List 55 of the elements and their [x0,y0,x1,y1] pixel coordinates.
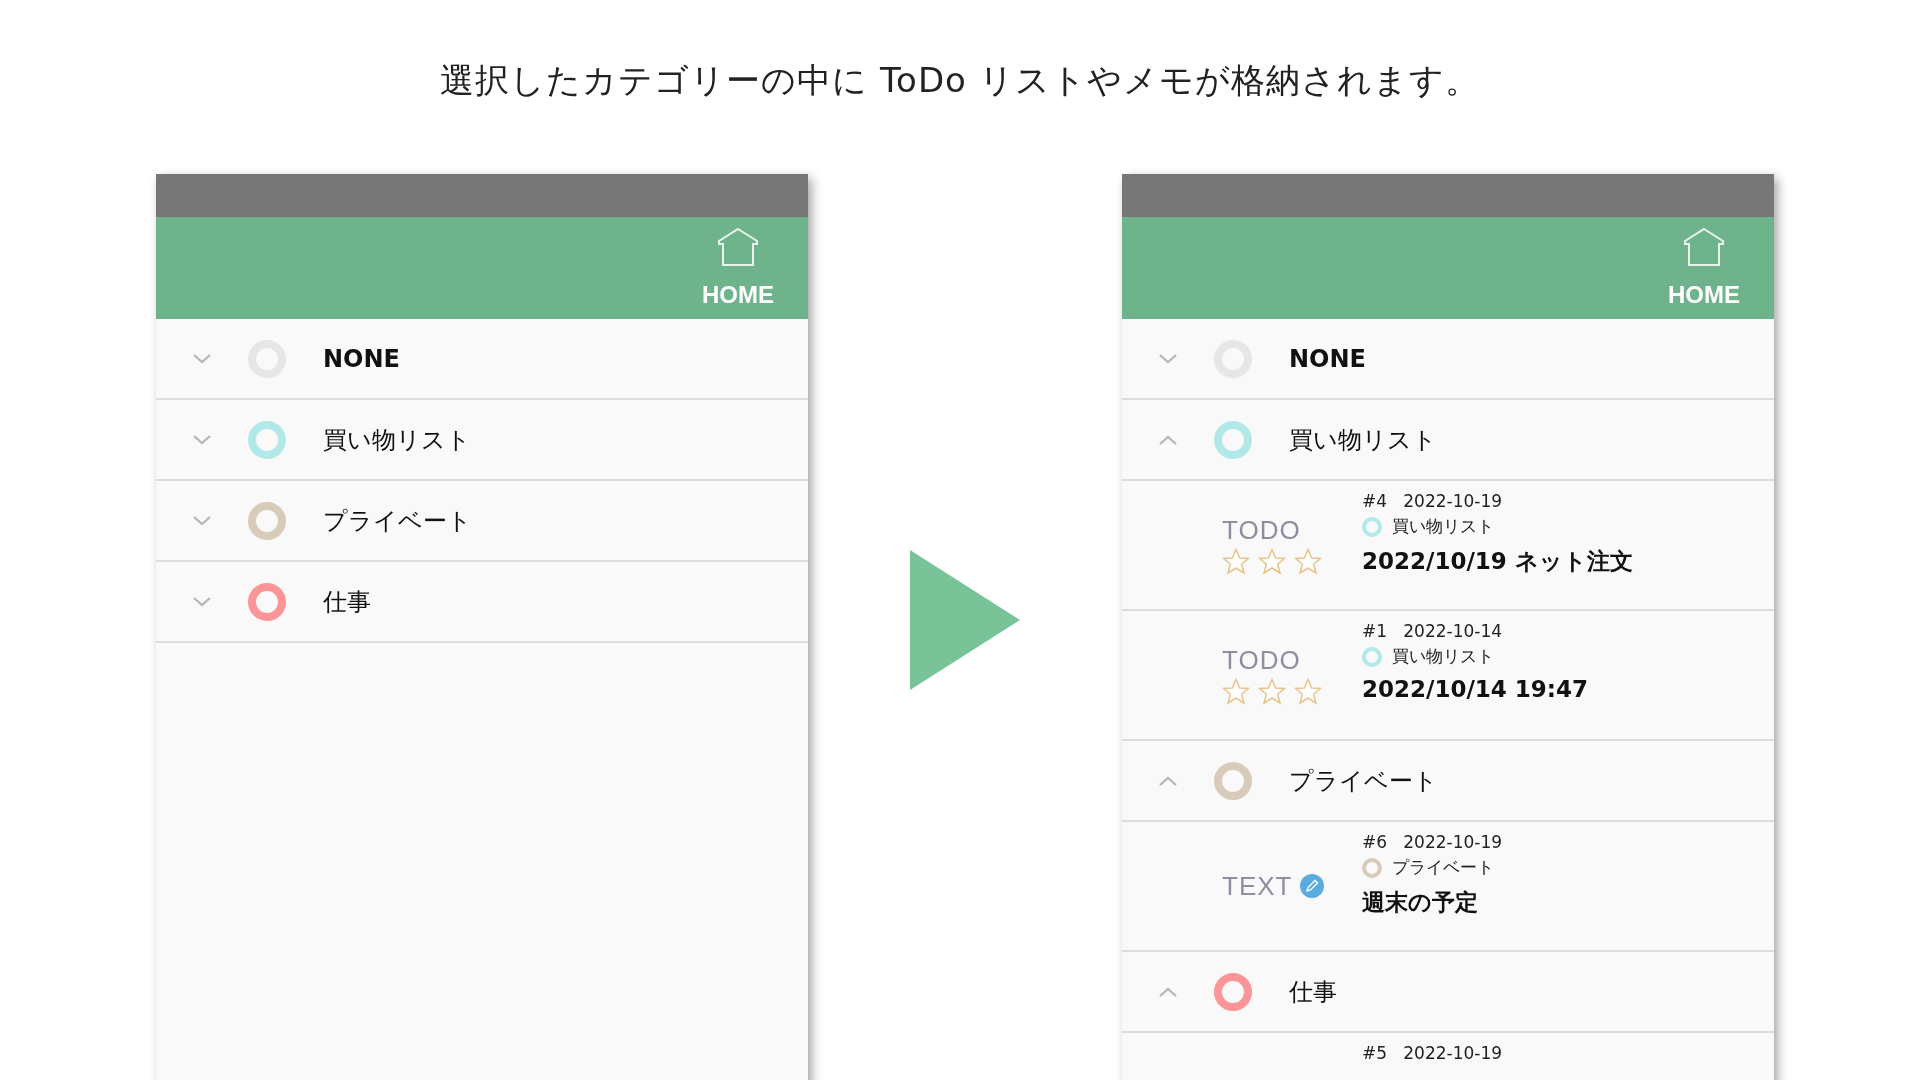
chevron-down-icon[interactable] [192,352,212,365]
star-icon[interactable] [1294,548,1322,575]
note-title: 2022/10/19 ネット注文 [1362,547,1633,576]
note-row[interactable]: TEXT #6 2022-10-19 プライベート 週末の予定 [1122,822,1774,952]
note-title: 2022/10/14 19:47 [1362,676,1589,702]
category-row[interactable]: 買い物リスト [156,400,808,481]
category-name: プライベート [1289,765,1438,797]
category-name: 買い物リスト [1392,645,1494,668]
category-name: 買い物リスト [1392,515,1494,538]
chevron-down-icon[interactable] [192,595,212,608]
category-name: 買い物リスト [323,424,471,456]
note-row[interactable]: TODO #1 2022-10-14 買い物リスト 2022/10/14 19:47 [1122,611,1774,741]
pencil-icon [1300,874,1325,898]
text-label: TEXT [1222,870,1293,902]
category-name: 買い物リスト [1289,424,1437,456]
category-name: NONE [1289,344,1366,373]
category-row[interactable]: プライベート [1122,741,1774,822]
category-name: 仕事 [323,586,371,618]
star-icon[interactable] [1222,678,1250,705]
category-ring-icon [1362,646,1382,667]
note-meta: #4 2022-10-19 [1362,491,1504,511]
category-row[interactable]: 仕事 [1122,952,1774,1033]
note-title: 週末の予定 [1362,888,1479,917]
star-icon[interactable] [1294,678,1322,705]
note-meta: #5 2022-10-19 [1362,1043,1503,1063]
star-icon[interactable] [1258,548,1286,575]
category-name: NONE [323,344,400,373]
page-heading: 選択したカテゴリーの中に ToDo リストやメモが格納されます。 [440,59,1480,102]
play-arrow-icon [910,550,1020,690]
category-row[interactable]: 買い物リスト [1122,400,1774,481]
note-meta: #1 2022-10-14 [1362,621,1504,641]
todo-label: TODO [1222,515,1302,546]
chevron-up-icon[interactable] [1158,985,1178,998]
chevron-up-icon[interactable] [1158,774,1178,787]
note-meta: #6 2022-10-19 [1362,832,1503,852]
home-icon [716,227,760,267]
star-icon[interactable] [1258,678,1286,705]
chevron-up-icon[interactable] [1158,433,1178,446]
category-ring-icon [1362,857,1382,878]
category-name: 仕事 [1289,976,1337,1008]
chevron-down-icon[interactable] [192,433,212,446]
category-row[interactable]: NONE [156,319,808,400]
category-row[interactable]: プライベート [156,481,808,562]
note-row[interactable]: TODO #4 2022-10-19 買い物リスト 2022/10/19 ネット注文 [1122,481,1774,611]
category-name: プライベート [1392,856,1494,879]
category-row[interactable]: NONE [1122,319,1774,400]
category-ring-icon [1362,516,1382,537]
chevron-down-icon[interactable] [1158,352,1178,365]
category-name: プライベート [323,505,472,537]
chevron-down-icon[interactable] [192,514,212,527]
note-row[interactable]: #5 2022-10-19 [1122,1033,1774,1080]
category-row[interactable]: 仕事 [156,562,808,643]
todo-label: TODO [1222,645,1302,676]
home-icon [1682,227,1726,267]
star-icon[interactable] [1222,548,1250,575]
